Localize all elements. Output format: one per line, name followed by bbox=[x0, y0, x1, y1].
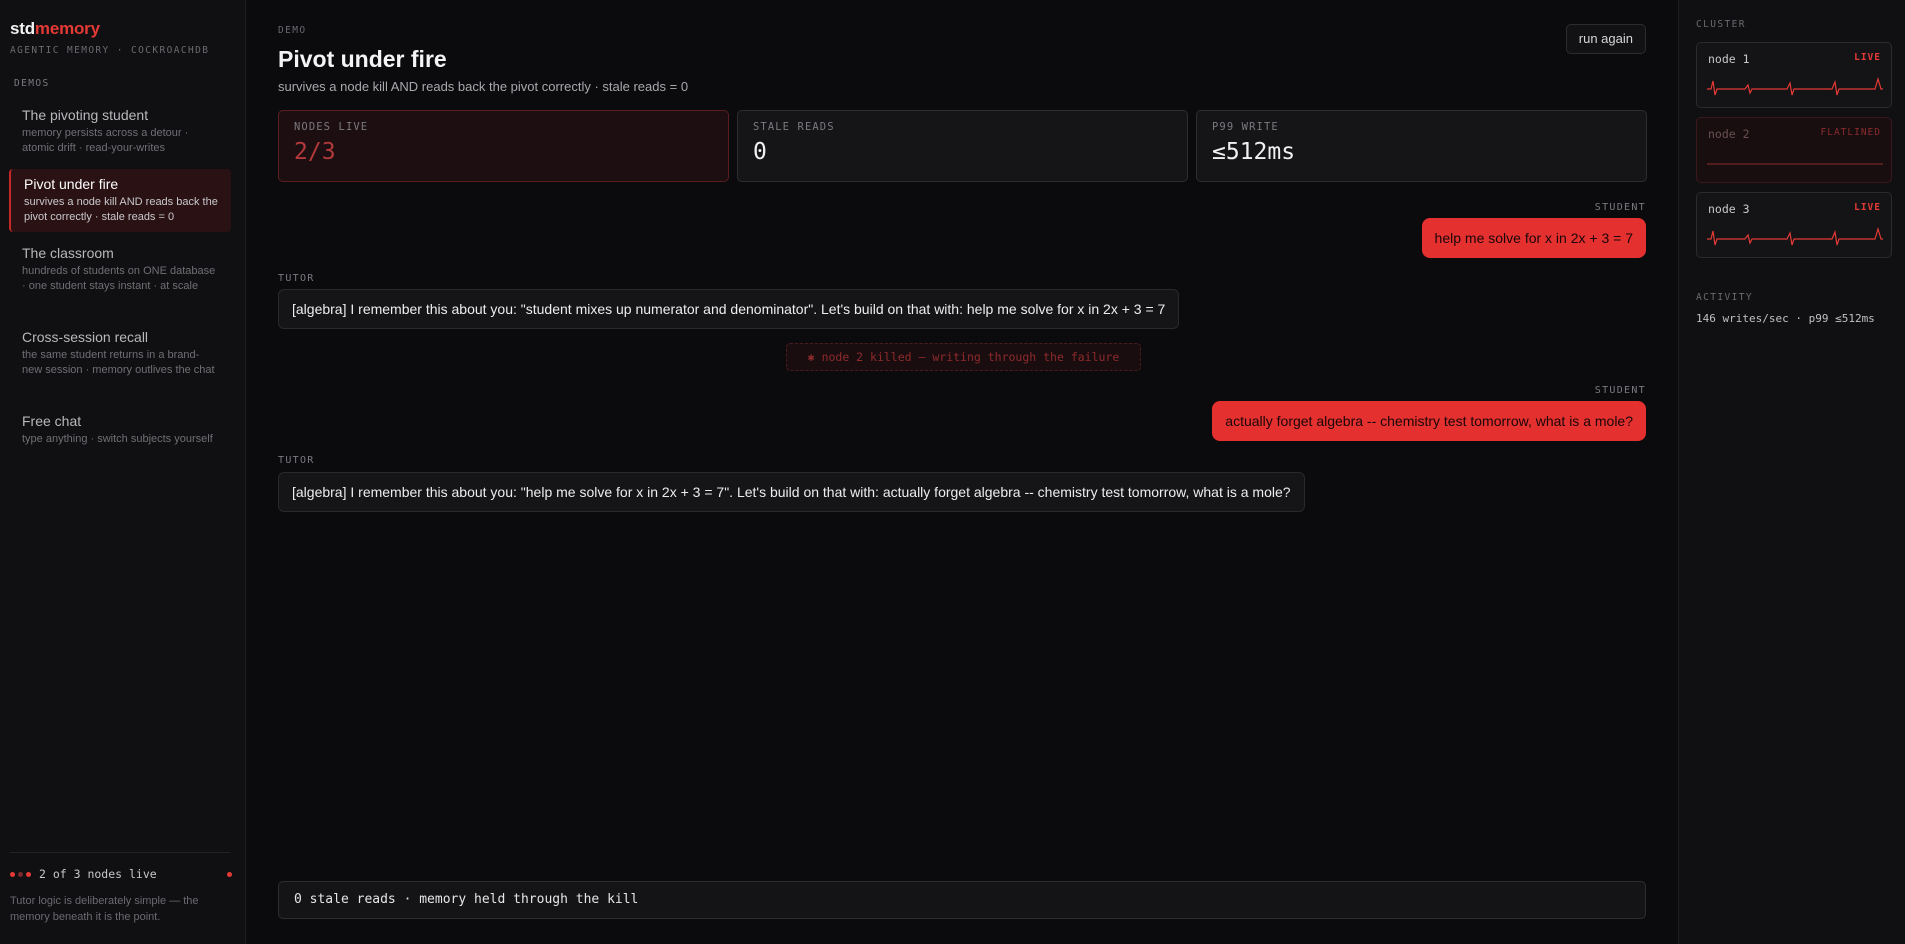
demo-item-title: Cross-session recall bbox=[22, 329, 149, 345]
node-status-badge: LIVE bbox=[1854, 202, 1881, 213]
demo-item-pivot-under-fire[interactable]: Pivot under fire survives a node kill AN… bbox=[9, 169, 231, 232]
node-dot bbox=[26, 871, 31, 877]
heartbeat-icon bbox=[1707, 226, 1883, 246]
node-dots-icon bbox=[10, 871, 31, 877]
demo-item-classroom[interactable]: The classroom hundreds of students on ON… bbox=[9, 238, 231, 301]
node-killed-event: ✱ node 2 killed — writing through the fa… bbox=[786, 343, 1141, 371]
message-role-student: STUDENT bbox=[1594, 385, 1646, 396]
demo-item-title: Free chat bbox=[22, 413, 82, 429]
demo-item-title: The pivoting student bbox=[22, 107, 149, 123]
sidebar-note: Tutor logic is deliberately simple — the… bbox=[10, 895, 199, 923]
node-status-badge: FLATLINED bbox=[1820, 127, 1881, 138]
cluster-panel: CLUSTER node 1 LIVE node 2 FLATLINED nod… bbox=[1678, 0, 1905, 944]
node-card-1[interactable]: node 1 LIVE bbox=[1696, 42, 1892, 108]
stat-stale-reads: STALE READS 0 bbox=[737, 110, 1188, 182]
demo-item-desc: type anything · switch subjects yourself bbox=[22, 433, 213, 445]
demo-item-desc: memory persists across a detour · atomic… bbox=[22, 127, 189, 154]
page-eyebrow: DEMO bbox=[278, 25, 307, 36]
message-role-tutor: TUTOR bbox=[278, 455, 315, 466]
demo-item-free-chat[interactable]: Free chat type anything · switch subject… bbox=[9, 406, 231, 454]
demos-section-label: DEMOS bbox=[14, 78, 50, 89]
brand-tagline: AGENTIC MEMORY · COCKROACHDB bbox=[10, 45, 210, 56]
student-message: actually forget algebra -- chemistry tes… bbox=[1212, 401, 1646, 441]
node-status-badge: LIVE bbox=[1854, 52, 1881, 63]
node-card-3[interactable]: node 3 LIVE bbox=[1696, 192, 1892, 258]
brand-part-memory: memory bbox=[34, 19, 100, 38]
demo-item-title: Pivot under fire bbox=[24, 176, 119, 192]
stat-value: ≤512ms bbox=[1212, 139, 1296, 165]
node-name: node 3 bbox=[1708, 202, 1750, 216]
live-indicator-icon bbox=[227, 871, 232, 877]
stat-value: 2/3 bbox=[294, 139, 336, 165]
message-role-student: STUDENT bbox=[1594, 202, 1646, 213]
activity-stats: 146 writes/sec · p99 ≤512ms bbox=[1696, 312, 1875, 325]
demo-item-desc: survives a node kill AND reads back the … bbox=[24, 196, 218, 223]
tutor-message: [algebra] I remember this about you: "he… bbox=[278, 472, 1305, 512]
node-status: 2 of 3 nodes live bbox=[10, 867, 232, 881]
demo-item-desc: hundreds of students on ONE database · o… bbox=[22, 265, 216, 292]
demo-item-cross-session-recall[interactable]: Cross-session recall the same student re… bbox=[9, 322, 231, 385]
message-role-tutor: TUTOR bbox=[278, 273, 315, 284]
stat-value: 0 bbox=[753, 139, 767, 165]
sidebar-divider bbox=[10, 852, 230, 853]
result-footer: 0 stale reads · memory held through the … bbox=[278, 881, 1646, 919]
stat-label: P99 WRITE bbox=[1212, 121, 1279, 133]
demo-item-desc: the same student returns in a brand-new … bbox=[22, 349, 215, 376]
sidebar: stdmemory AGENTIC MEMORY · COCKROACHDB D… bbox=[0, 0, 246, 944]
stat-nodes-live: NODES LIVE 2/3 bbox=[278, 110, 729, 182]
page-title: Pivot under fire bbox=[278, 46, 447, 72]
activity-label: ACTIVITY bbox=[1696, 292, 1753, 303]
stat-label: STALE READS bbox=[753, 121, 835, 133]
page-subtitle: survives a node kill AND reads back the … bbox=[278, 79, 689, 94]
demo-item-title: The classroom bbox=[22, 245, 114, 261]
node-dot bbox=[10, 871, 15, 877]
run-again-button[interactable]: run again bbox=[1565, 24, 1646, 54]
node-status-text: 2 of 3 nodes live bbox=[39, 867, 157, 881]
heartbeat-icon bbox=[1707, 76, 1883, 96]
brand-logo[interactable]: stdmemory bbox=[10, 19, 100, 39]
node-name: node 2 bbox=[1708, 127, 1750, 141]
demo-item-pivoting-student[interactable]: The pivoting student memory persists acr… bbox=[9, 100, 231, 163]
node-dot bbox=[18, 871, 23, 877]
stat-p99-write: P99 WRITE ≤512ms bbox=[1196, 110, 1647, 182]
tutor-message: [algebra] I remember this about you: "st… bbox=[278, 289, 1180, 329]
stat-label: NODES LIVE bbox=[294, 121, 369, 133]
main-panel: DEMO Pivot under fire survives a node ki… bbox=[246, 0, 1678, 944]
student-message: help me solve for x in 2x + 3 = 7 bbox=[1421, 218, 1646, 258]
node-name: node 1 bbox=[1708, 52, 1750, 66]
brand-part-std: std bbox=[10, 19, 35, 38]
flatline-icon bbox=[1707, 163, 1883, 165]
node-card-2[interactable]: node 2 FLATLINED bbox=[1696, 117, 1892, 183]
cluster-label: CLUSTER bbox=[1696, 19, 1746, 30]
